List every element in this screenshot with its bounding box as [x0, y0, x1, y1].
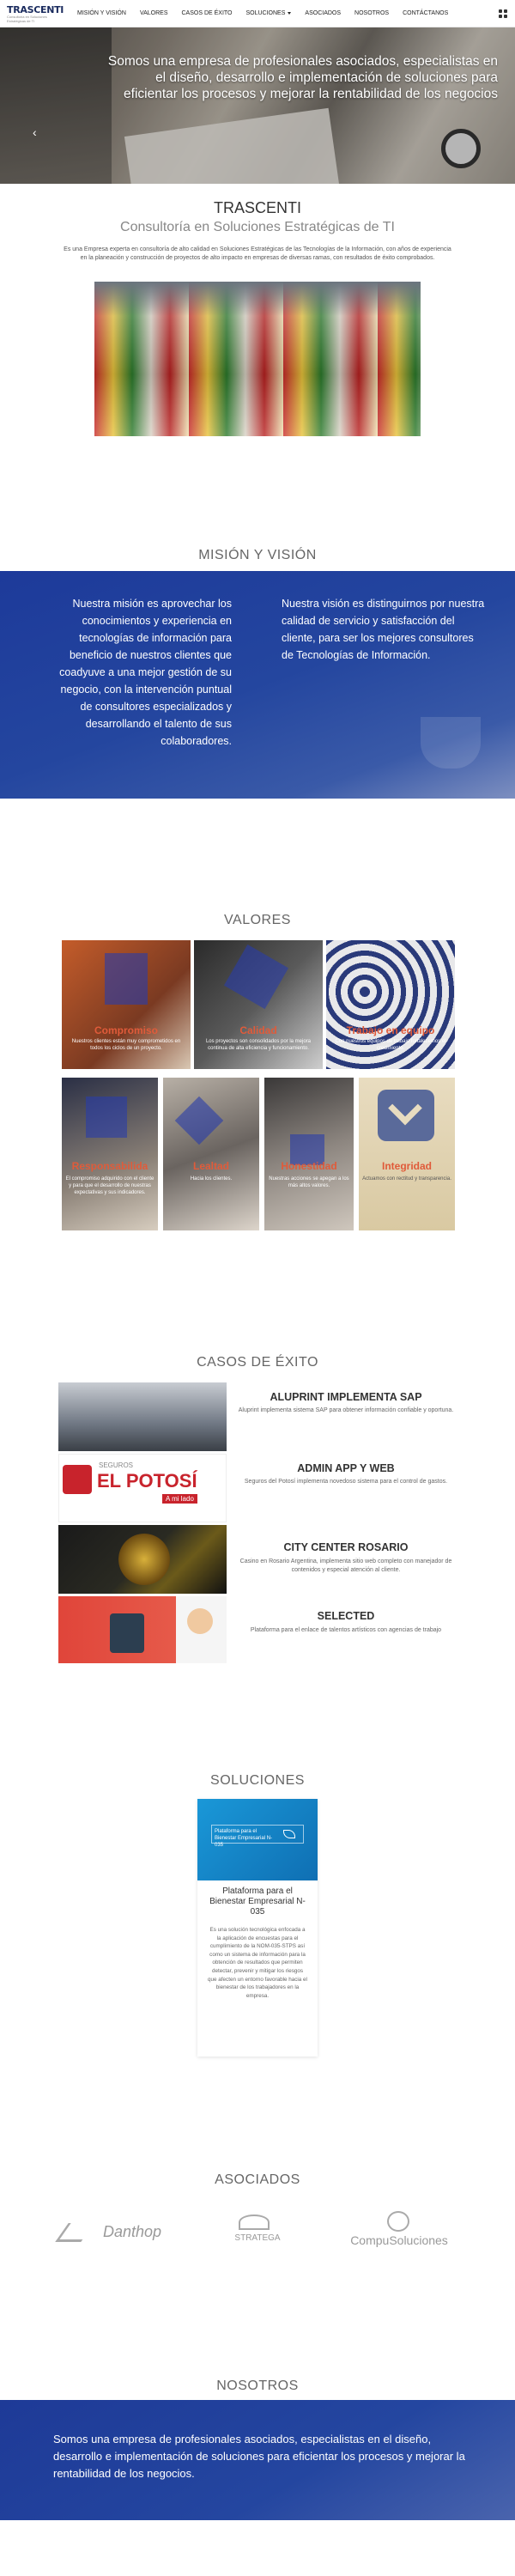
valor-desc: Hacia los clientes.: [190, 1176, 233, 1182]
valor-card-lealtad[interactable]: Lealtad Hacia los clientes.: [163, 1078, 259, 1230]
el-potosi-big: EL POTOSÍ: [97, 1470, 197, 1492]
case-title[interactable]: ALUPRINT IMPLEMENTA SAP: [230, 1391, 462, 1403]
valor-desc: Los proyectos son consolidados por la me…: [205, 1039, 312, 1051]
nav-item-valores[interactable]: VALORES: [133, 0, 175, 27]
logo[interactable]: TRASCENTI Consultoría en Soluciones Estr…: [7, 4, 64, 23]
valor-desc: Actuamos con rectitud y transparencia.: [362, 1176, 451, 1182]
valor-card-responsabilidad[interactable]: Responsabilida El compromiso adquirido c…: [62, 1078, 158, 1230]
danthop-mark-icon: [55, 2223, 94, 2242]
valor-card-compromiso[interactable]: Compromiso Nuestros clientes están muy c…: [62, 940, 191, 1069]
logo-wordmark: TRASCENTI: [7, 4, 64, 15]
nav-item-asociados[interactable]: ASOCIADOS: [298, 0, 348, 27]
solution-card-image: Plataforma para el Bienestar Empresarial…: [197, 1799, 318, 1880]
mision-text: Nuestra misión es aprovechar los conocim…: [59, 598, 232, 747]
hero-caption: Somos una empresa de profesionales asoci…: [107, 54, 498, 101]
partner-logo-stratega[interactable]: STRATEGA: [223, 2211, 292, 2254]
section-title-valores: VALORES: [224, 913, 291, 927]
stratega-mark-icon: [239, 2215, 270, 2230]
case-image-el-potosi: SEGUROS EL POTOSÍ A mi lado: [58, 1454, 227, 1522]
intro-image-aluminum-rolls: [94, 282, 421, 436]
vision-text: Nuestra visión es distinguirnos por nues…: [282, 598, 485, 661]
case-desc: Seguros del Potosí implementa novedoso s…: [244, 1479, 448, 1485]
section-title-mision: MISIÓN Y VISIÓN: [198, 548, 317, 562]
valor-desc: Con nuestros equipos de trabajo fortalec…: [335, 1039, 446, 1051]
case-image-selected: [58, 1596, 227, 1663]
caret-down-icon: [288, 11, 292, 15]
section-title-soluciones: SOLUCIONES: [210, 1773, 305, 1788]
nav-item-soluciones[interactable]: SOLUCIONES: [239, 0, 299, 27]
hero-slider: ‹ Somos una empresa de profesionales aso…: [0, 27, 515, 184]
nav-item-nosotros[interactable]: NOSOTROS: [348, 0, 396, 27]
valor-desc: Nuestras acciones se apegan a los más al…: [269, 1176, 349, 1188]
case-image-city-center: [58, 1525, 227, 1594]
nav-item-mision-vision[interactable]: MISIÓN Y VISIÓN: [70, 0, 133, 27]
el-potosi-small: SEGUROS: [99, 1461, 134, 1469]
top-navbar: TRASCENTI Consultoría en Soluciones Estr…: [0, 0, 515, 27]
case-image-aluprint: [58, 1382, 227, 1451]
valor-title: Trabajo en equipo: [346, 1024, 435, 1036]
valor-title: Compromiso: [94, 1024, 158, 1036]
case-title[interactable]: CITY CENTER ROSARIO: [230, 1541, 462, 1553]
section-title-asociados: ASOCIADOS: [215, 2172, 300, 2187]
valor-title: Lealtad: [192, 1160, 229, 1172]
valor-desc: El compromiso adquirido con el cliente y…: [65, 1176, 154, 1195]
page: TRASCENTI Consultoría en Soluciones Estr…: [0, 0, 515, 2576]
main-menu: MISIÓN Y VISIÓN VALORES CASOS DE ÉXITO S…: [70, 0, 455, 27]
case-desc: Casino en Rosario Argentina, implementa …: [239, 1558, 452, 1573]
nav-item-casos-exito[interactable]: CASOS DE ÉXITO: [175, 0, 239, 27]
nosotros-text: Somos una empresa de profesionales asoci…: [53, 2433, 465, 2480]
partner-logo-danthop[interactable]: Danthop: [55, 2211, 182, 2254]
nav-item-soluciones-label: SOLUCIONES: [245, 10, 286, 16]
case-desc: Aluprint implementa sistema SAP para obt…: [238, 1407, 454, 1413]
valor-title: Responsabilida: [71, 1160, 148, 1172]
valor-title: Integridad: [381, 1160, 432, 1172]
valor-card-integridad[interactable]: Integridad Actuamos con rectitud y trans…: [359, 1078, 455, 1230]
grid-icon[interactable]: [499, 9, 507, 18]
mision-band: Nuestra misión es aprovechar los conocim…: [0, 571, 515, 799]
valor-card-calidad[interactable]: Calidad Los proyectos son consolidados p…: [194, 940, 323, 1069]
valor-desc: Nuestros clientes están muy comprometido…: [71, 1039, 181, 1051]
valor-title: Calidad: [239, 1024, 277, 1036]
chevron-left-icon[interactable]: ‹: [33, 125, 37, 139]
intro-text: Es una Empresa experta en consultoría de…: [64, 246, 451, 261]
intro-title: TRASCENTI: [213, 199, 301, 216]
section-title-casos: CASOS DE ÉXITO: [197, 1355, 318, 1370]
valor-title: Honestidad: [281, 1160, 337, 1172]
valor-card-honestidad[interactable]: Honestidad Nuestras acciones se apegan a…: [264, 1078, 354, 1230]
section-title-nosotros: NOSOTROS: [216, 2379, 299, 2393]
valor-card-trabajo-equipo[interactable]: Trabajo en equipo Con nuestros equipos d…: [326, 940, 455, 1069]
el-potosi-tag: A mi lado: [162, 1494, 197, 1504]
partner-logo-compusoluciones[interactable]: CompuSoluciones: [339, 2211, 459, 2254]
el-potosi-logo: [63, 1465, 92, 1494]
solution-image-label: Plataforma para el Bienestar Empresarial…: [215, 1829, 273, 1848]
partner-name: CompuSoluciones: [350, 2233, 448, 2247]
solution-card-title: Plataforma para el Bienestar Empresarial…: [209, 1886, 306, 1917]
compusoluciones-mark-icon: [387, 2211, 409, 2232]
intro-subtitle: Consultoría en Soluciones Estratégicas d…: [120, 220, 395, 234]
logo-tagline: Consultoría en Soluciones Estratégicas d…: [7, 15, 47, 23]
partner-name: Danthop: [103, 2223, 162, 2240]
solution-card[interactable]: Plataforma para el Bienestar Empresarial…: [197, 1799, 318, 2057]
nosotros-band: Somos una empresa de profesionales asoci…: [0, 2400, 515, 2520]
case-title[interactable]: SELECTED: [230, 1610, 462, 1622]
case-desc: Plataforma para el enlace de talentos ar…: [250, 1627, 442, 1633]
nav-item-contactanos[interactable]: CONTÁCTANOS: [396, 0, 455, 27]
solution-card-desc: Es una solución tecnológica enfocada a l…: [208, 1927, 307, 1999]
case-title[interactable]: ADMIN APP Y WEB: [230, 1462, 462, 1474]
partner-name: STRATEGA: [234, 2233, 281, 2243]
